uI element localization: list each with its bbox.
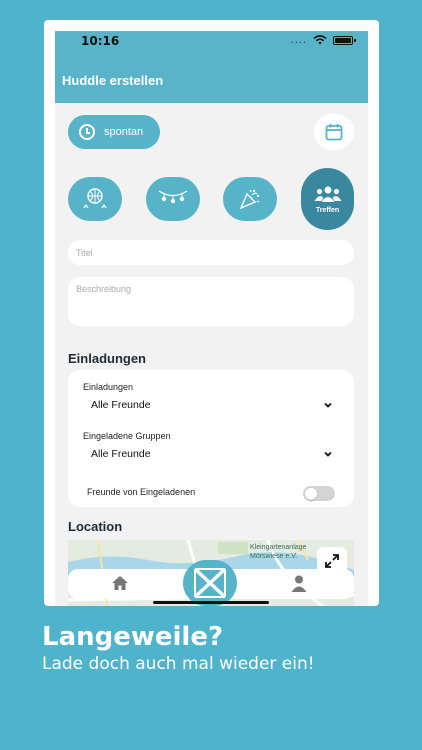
title-input[interactable]: Titel [68,240,354,265]
home-icon[interactable] [111,575,129,591]
map-poi-label: Kleingartenanlage Mörswiese e.V. [250,543,306,561]
party-lights-icon [158,190,188,204]
people-icon [314,186,341,202]
device-frame: 10:16 .... Huddle erstellen spontan Tref… [44,20,379,606]
description-placeholder: Beschreibung [76,284,132,294]
location-section-title: Location [68,519,123,534]
app-header: 10:16 .... Huddle erstellen [55,31,368,103]
category-meeting-button[interactable]: Treffen [301,168,354,230]
user-icon[interactable] [291,575,307,592]
huddle-logo-icon [193,567,227,599]
title-placeholder: Titel [76,248,93,258]
marketing-headline: Langeweile? [42,622,224,652]
groups-value: Alle Freunde [91,448,151,460]
signal-dots: .... [290,34,307,46]
description-input[interactable]: Beschreibung [68,277,354,326]
friends-of-invitees-toggle[interactable] [303,486,335,501]
category-party-button[interactable] [146,177,200,221]
expand-icon [325,554,339,568]
map-poi-sub: Mörswiese e.V. [250,553,298,560]
invitations-card: Einladungen Alle Freunde Eingeladene Gru… [68,370,354,507]
basketball-icon [83,188,107,209]
status-time: 10:16 [81,34,120,48]
time-mode-label: spontan [104,126,144,138]
chevron-down-icon [324,402,332,408]
invitations-section-title: Einladungen [68,351,146,366]
calendar-icon [325,124,343,141]
battery-icon [333,35,356,45]
category-sport-button[interactable] [68,177,122,221]
toggle-knob [304,487,317,500]
invites-select[interactable]: Alle Freunde [68,395,354,415]
create-huddle-fab[interactable] [183,560,237,606]
friends-of-invitees-label: Freunde von Eingeladenen [87,487,196,497]
clock-icon [79,124,95,140]
category-celebration-button[interactable] [223,177,277,221]
home-indicator [153,601,269,604]
calendar-button[interactable] [314,114,354,150]
app-screen: 10:16 .... Huddle erstellen spontan Tref… [55,31,368,606]
page-title: Huddle erstellen [62,73,164,88]
status-icons: .... [290,34,356,46]
wifi-icon [313,35,327,45]
party-popper-icon [239,189,260,210]
groups-label: Eingeladene Gruppen [83,431,171,441]
invites-value: Alle Freunde [91,399,151,411]
category-meeting-label: Treffen [315,206,340,214]
time-mode-button[interactable]: spontan [68,115,160,149]
chevron-down-icon [324,451,332,457]
invites-label: Einladungen [83,382,134,392]
groups-select[interactable]: Alle Freunde [68,444,354,464]
marketing-subline: Lade doch auch mal wieder ein! [42,654,315,674]
map-poi-name: Kleingartenanlage [250,544,307,551]
